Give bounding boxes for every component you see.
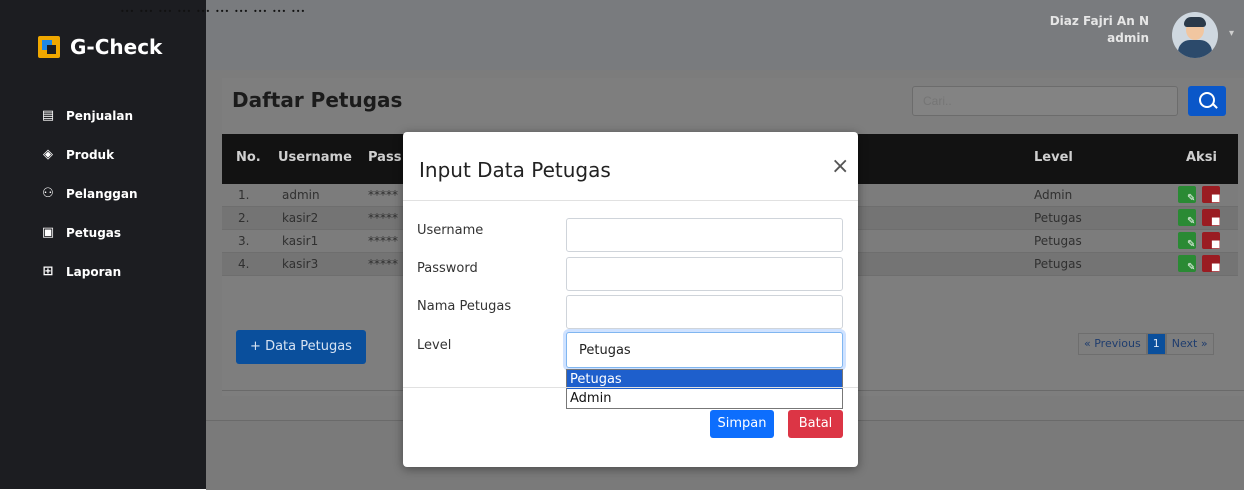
- delete-button[interactable]: ■: [1202, 209, 1220, 227]
- cell-password: *****: [368, 257, 398, 271]
- nama-petugas-field[interactable]: [566, 295, 843, 329]
- cell-password: *****: [368, 234, 398, 248]
- cell-no: 1.: [238, 188, 250, 202]
- cell-password: *****: [368, 211, 398, 225]
- sidebar-item-label: Penjualan: [66, 108, 133, 123]
- search-button[interactable]: [1188, 86, 1226, 116]
- cell-no: 2.: [238, 211, 250, 225]
- edit-button[interactable]: ✎: [1178, 255, 1196, 273]
- input-data-petugas-modal: Input Data Petugas × Username Password N…: [403, 132, 858, 467]
- password-label: Password: [417, 261, 478, 276]
- add-petugas-button[interactable]: + Data Petugas: [236, 330, 366, 364]
- col-password: Pass: [368, 150, 402, 165]
- box-icon: ◈: [43, 146, 53, 162]
- edit-icon: ✎: [1187, 193, 1196, 204]
- trash-icon: ■: [1211, 216, 1221, 227]
- sidebar: G-Check ▤ Penjualan ◈ Produk ⚇ Pelanggan…: [0, 0, 206, 489]
- pagination-next[interactable]: Next »: [1165, 333, 1214, 355]
- nama-petugas-label: Nama Petugas: [417, 299, 512, 314]
- edit-button[interactable]: ✎: [1178, 186, 1196, 204]
- users-icon: ⚇: [42, 185, 54, 201]
- pagination-page-1[interactable]: 1: [1146, 333, 1166, 355]
- edit-button[interactable]: ✎: [1178, 209, 1196, 227]
- close-icon[interactable]: ×: [831, 156, 849, 178]
- level-dropdown: Petugas Admin: [566, 369, 843, 409]
- search-input[interactable]: [912, 86, 1178, 116]
- edit-icon: ✎: [1187, 216, 1196, 227]
- col-no: No.: [236, 150, 261, 165]
- modal-title: Input Data Petugas: [419, 158, 611, 182]
- search-icon: [1199, 92, 1215, 108]
- col-level: Level: [1034, 150, 1073, 165]
- sidebar-item-penjualan[interactable]: ▤ Penjualan: [40, 96, 138, 135]
- brand[interactable]: G-Check: [38, 32, 162, 62]
- modal-divider: [403, 200, 858, 201]
- app: G-Check ▤ Penjualan ◈ Produk ⚇ Pelanggan…: [0, 0, 1244, 490]
- g-check-logo-icon: [38, 36, 60, 58]
- side-nav: ▤ Penjualan ◈ Produk ⚇ Pelanggan ▣ Petug…: [40, 96, 138, 291]
- modal-divider: [403, 387, 858, 388]
- report-icon: ⊞: [42, 263, 54, 279]
- col-aksi: Aksi: [1186, 150, 1217, 165]
- username-label: Username: [417, 223, 484, 238]
- cell-level: Petugas: [1034, 257, 1082, 271]
- sidebar-item-label: Laporan: [66, 264, 122, 279]
- user-role: admin: [1107, 31, 1149, 45]
- brand-name: G-Check: [70, 35, 163, 59]
- cell-no: 3.: [238, 234, 250, 248]
- level-label: Level: [417, 338, 452, 353]
- sidebar-item-laporan[interactable]: ⊞ Laporan: [40, 252, 138, 291]
- pagination-previous[interactable]: « Previous: [1078, 333, 1147, 355]
- cell-level: Admin: [1034, 188, 1073, 202]
- delete-button[interactable]: ■: [1202, 186, 1220, 204]
- page-title: Daftar Petugas: [232, 88, 403, 112]
- sidebar-item-produk[interactable]: ◈ Produk: [40, 135, 138, 174]
- sidebar-item-pelanggan[interactable]: ⚇ Pelanggan: [40, 174, 138, 213]
- cell-password: *****: [368, 188, 398, 202]
- save-button[interactable]: Simpan: [710, 410, 774, 438]
- trash-icon: ■: [1211, 239, 1221, 250]
- edit-button[interactable]: ✎: [1178, 232, 1196, 250]
- pagination: « Previous 1 Next »: [1078, 333, 1214, 355]
- sidebar-item-label: Petugas: [66, 225, 122, 240]
- chevron-down-icon[interactable]: ▾: [1229, 28, 1234, 39]
- username-field[interactable]: [566, 218, 843, 252]
- cell-username: kasir2: [282, 211, 319, 225]
- password-field[interactable]: [566, 257, 843, 291]
- level-select[interactable]: Petugas: [566, 332, 843, 368]
- cash-register-icon: ▤: [41, 107, 55, 123]
- cell-level: Petugas: [1034, 234, 1082, 248]
- sidebar-item-label: Pelanggan: [66, 186, 138, 201]
- edit-icon: ✎: [1187, 239, 1196, 250]
- cell-level: Petugas: [1034, 211, 1082, 225]
- delete-button[interactable]: ■: [1202, 232, 1220, 250]
- cell-username: admin: [282, 188, 320, 202]
- cell-username: kasir1: [282, 234, 319, 248]
- cancel-button[interactable]: Batal: [788, 410, 843, 438]
- trash-icon: ■: [1211, 193, 1221, 204]
- cell-no: 4.: [238, 257, 250, 271]
- avatar-body: [1178, 40, 1212, 58]
- edit-icon: ✎: [1187, 262, 1196, 273]
- col-username: Username: [278, 150, 352, 165]
- caption-text: ... ... ... ... ... ... ... ... ... ...: [120, 0, 306, 17]
- id-card-icon: ▣: [41, 224, 55, 240]
- sidebar-item-petugas[interactable]: ▣ Petugas: [40, 213, 138, 252]
- level-option-admin[interactable]: Admin: [567, 389, 842, 408]
- cell-username: kasir3: [282, 257, 319, 271]
- sidebar-item-label: Produk: [66, 147, 115, 162]
- trash-icon: ■: [1211, 262, 1221, 273]
- delete-button[interactable]: ■: [1202, 255, 1220, 273]
